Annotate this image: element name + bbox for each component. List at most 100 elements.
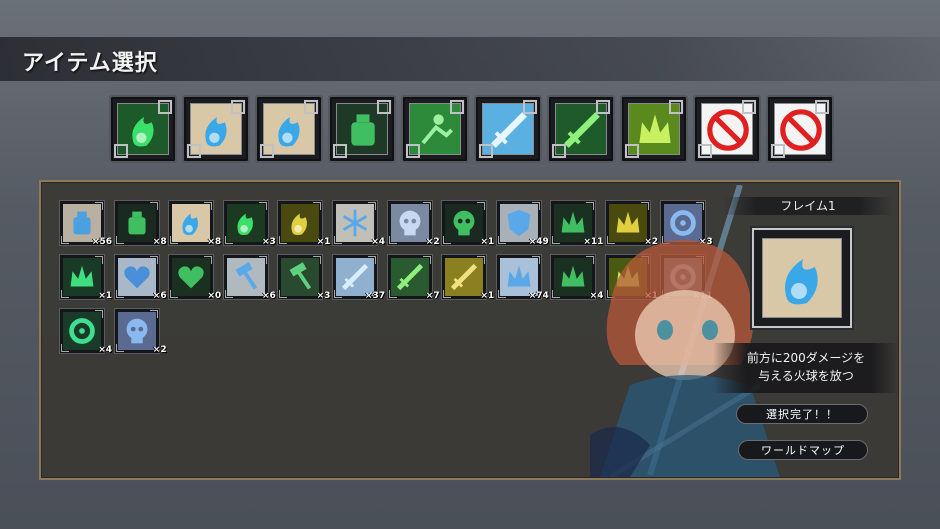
item-corner-ornament — [497, 290, 506, 298]
inventory-item[interactable]: ×7 — [386, 254, 440, 301]
slot-corner-ornament — [450, 100, 464, 114]
equipped-slot[interactable] — [109, 95, 177, 163]
inventory-item[interactable]: ×74 — [495, 254, 549, 301]
item-corner-ornament — [224, 290, 233, 298]
item-corner-ornament — [61, 344, 69, 352]
equipped-slot[interactable] — [182, 95, 250, 163]
inventory-item[interactable]: ×1 — [441, 200, 494, 247]
item-corner-ornament — [497, 236, 506, 244]
item-count: ×2 — [425, 237, 440, 247]
item-corner-ornament — [368, 256, 376, 264]
inventory-item[interactable]: ×4 — [59, 308, 112, 355]
equipped-slot[interactable] — [328, 95, 396, 163]
inventory-item[interactable]: ×2 — [113, 308, 167, 355]
slot-corner-ornament — [698, 144, 712, 158]
item-corner-ornament — [115, 290, 124, 298]
inventory-item[interactable]: ×1 — [441, 254, 494, 301]
item-count: ×74 — [528, 291, 549, 301]
item-corner-ornament — [279, 290, 288, 298]
item-corner-ornament — [313, 256, 322, 264]
inventory-item[interactable]: ×0 — [168, 254, 221, 301]
confirm-selection-button[interactable]: 選択完了！！ — [736, 404, 868, 424]
inventory-item[interactable]: ×3 — [222, 200, 276, 247]
slot-corner-ornament — [304, 100, 318, 114]
slot-corner-ornament — [625, 144, 639, 158]
item-count: ×1 — [316, 237, 331, 247]
equipped-slot[interactable] — [766, 95, 834, 163]
page-title: アイテム選択 — [22, 51, 158, 76]
slot-corner-ornament — [333, 144, 347, 158]
item-corner-ornament — [149, 202, 158, 210]
item-corner-ornament — [477, 256, 486, 264]
inventory-item[interactable]: ×4 — [332, 200, 385, 247]
equipped-slot[interactable] — [693, 95, 761, 163]
item-corner-ornament — [552, 236, 561, 244]
item-corner-ornament — [115, 344, 124, 352]
description-line-2: 与える火球を放つ — [758, 369, 854, 383]
item-count: ×49 — [528, 237, 549, 247]
item-corner-ornament — [443, 236, 452, 244]
item-corner-ornament — [552, 290, 561, 298]
slot-corner-ornament — [479, 144, 493, 158]
inventory-item[interactable]: ×2 — [386, 200, 440, 247]
equipped-slot[interactable] — [620, 95, 688, 163]
item-corner-ornament — [422, 202, 431, 210]
slot-corner-ornament — [406, 144, 420, 158]
item-corner-ornament — [115, 236, 124, 244]
inventory-item[interactable]: ×1 — [277, 200, 330, 247]
inventory-item[interactable]: ×56 — [59, 200, 112, 247]
item-count: ×1 — [98, 291, 112, 301]
inventory-item[interactable]: ×6 — [222, 254, 276, 301]
item-corner-ornament — [258, 202, 267, 210]
equipped-slot[interactable] — [255, 95, 323, 163]
item-preview-icon — [762, 238, 842, 318]
world-map-button[interactable]: ワールドマップ — [738, 440, 868, 460]
item-corner-ornament — [388, 290, 397, 298]
item-corner-ornament — [224, 236, 233, 244]
item-corner-ornament — [334, 236, 342, 244]
item-count: ×8 — [152, 237, 167, 247]
item-corner-ornament — [95, 256, 103, 264]
inventory-item[interactable]: ×8 — [168, 200, 221, 247]
slot-corner-ornament — [523, 100, 537, 114]
item-corner-ornament — [477, 202, 486, 210]
equipped-slots — [109, 95, 839, 163]
inventory-item[interactable]: ×1 — [59, 254, 112, 301]
slot-corner-ornament — [260, 144, 274, 158]
title-bar: アイテム選択 — [0, 37, 940, 81]
item-count: ×4 — [371, 237, 385, 247]
item-corner-ornament — [422, 256, 431, 264]
item-count: ×4 — [98, 345, 112, 355]
item-count: ×2 — [152, 345, 167, 355]
inventory-item[interactable]: ×8 — [113, 200, 167, 247]
slot-corner-ornament — [552, 144, 566, 158]
item-corner-ornament — [95, 202, 103, 210]
slot-corner-ornament — [771, 144, 785, 158]
equipped-slot[interactable] — [401, 95, 469, 163]
item-count: ×3 — [316, 291, 331, 301]
inventory-item[interactable]: ×3 — [277, 254, 330, 301]
item-corner-ornament — [61, 236, 69, 244]
description-line-1: 前方に200ダメージを — [746, 351, 866, 365]
item-name: フレイム1 — [723, 197, 893, 215]
inventory-item[interactable]: ×6 — [113, 254, 167, 301]
item-corner-ornament — [149, 256, 158, 264]
item-count: ×56 — [91, 237, 112, 247]
slot-corner-ornament — [815, 100, 829, 114]
item-corner-ornament — [149, 310, 158, 318]
item-corner-ornament — [531, 256, 540, 264]
equipped-slot[interactable] — [547, 95, 615, 163]
slot-corner-ornament — [742, 100, 756, 114]
equipped-slot[interactable] — [474, 95, 542, 163]
item-count: ×0 — [207, 291, 222, 301]
item-corner-ornament — [531, 202, 540, 210]
slot-corner-ornament — [187, 144, 201, 158]
item-corner-ornament — [443, 290, 452, 298]
item-corner-ornament — [61, 290, 69, 298]
inventory-item[interactable]: ×37 — [332, 254, 385, 301]
item-corner-ornament — [170, 236, 179, 244]
item-corner-ornament — [258, 256, 267, 264]
inventory-item[interactable]: ×49 — [495, 200, 549, 247]
item-description: 前方に200ダメージを 与える火球を放つ — [713, 343, 899, 393]
item-corner-ornament — [334, 290, 342, 298]
